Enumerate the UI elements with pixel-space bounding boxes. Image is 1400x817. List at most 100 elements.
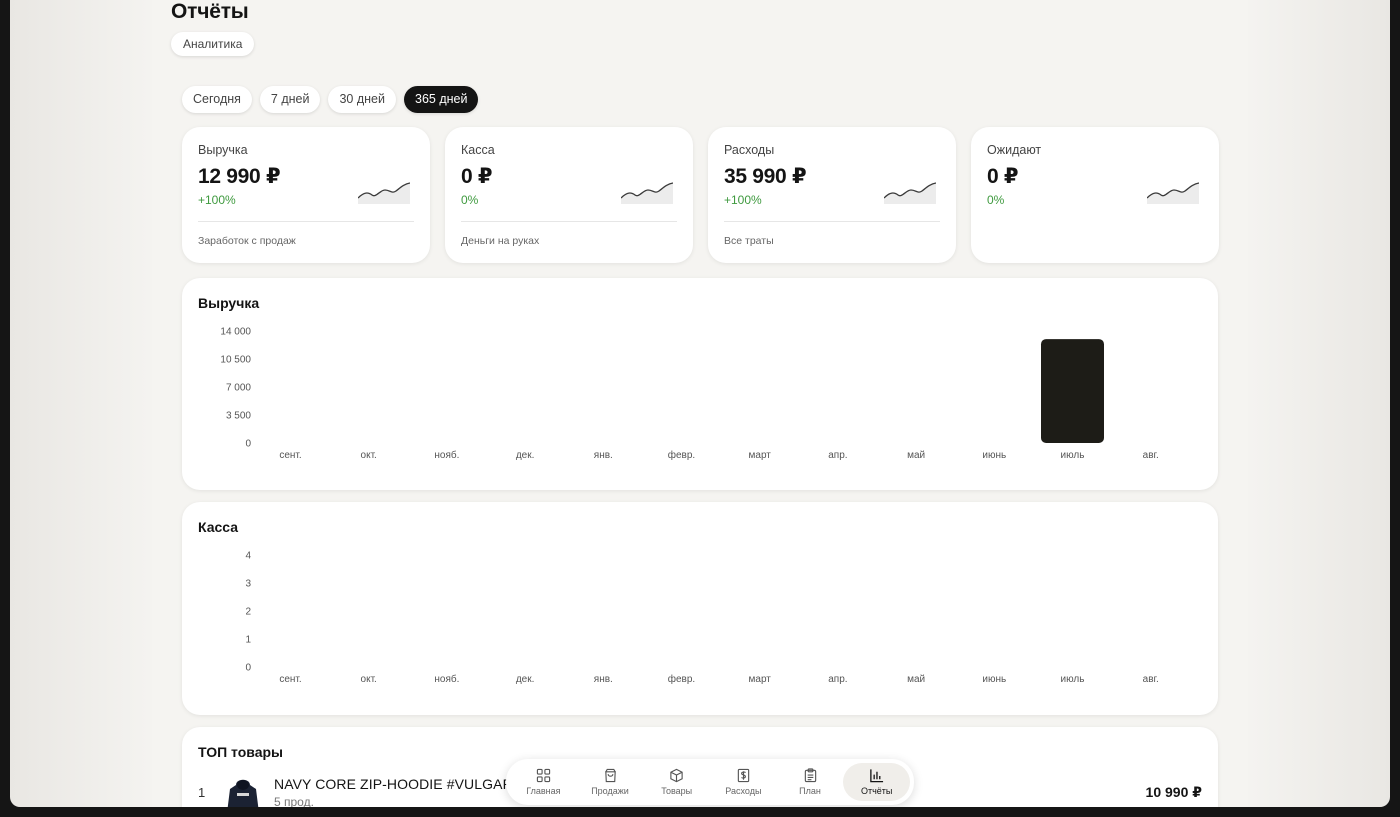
sparkline-icon xyxy=(884,182,936,204)
card-delta: +100% xyxy=(724,193,762,207)
x-tick-label: апр. xyxy=(828,674,847,685)
x-tick-label: авг. xyxy=(1143,450,1159,461)
breadcrumb-analytics[interactable]: Аналитика xyxy=(171,32,255,56)
card-title: Касса xyxy=(461,143,495,157)
period-today-button[interactable]: Сегодня xyxy=(182,86,252,113)
x-tick-label: июль xyxy=(1061,674,1085,685)
x-tick-label: авг. xyxy=(1143,674,1159,685)
x-tick-label: июнь xyxy=(982,450,1006,461)
top-products-title: ТОП товары xyxy=(198,744,283,760)
card-value: 0 ₽ xyxy=(987,165,1019,188)
card-divider xyxy=(198,221,414,222)
y-tick-label: 1 xyxy=(245,635,251,646)
y-tick-label: 4 xyxy=(245,551,251,562)
x-tick-label: сент. xyxy=(279,450,301,461)
x-tick-label: нояб. xyxy=(434,673,459,685)
x-tick-label: дек. xyxy=(516,450,535,461)
reports-page: Отчёты Аналитика Сегодня 7 дней 30 дней … xyxy=(152,0,1248,807)
dollar-receipt-icon xyxy=(737,768,750,783)
card-delta: 0% xyxy=(987,193,1005,207)
x-tick-label: июнь xyxy=(982,674,1006,685)
nav-expenses[interactable]: Расходы xyxy=(710,763,777,801)
card-title: Выручка xyxy=(198,143,248,157)
card-delta: 0% xyxy=(461,193,479,207)
nav-label: Товары xyxy=(661,786,693,796)
nav-plan[interactable]: План xyxy=(777,763,844,801)
bottom-navigation: Главная Продажи Товары Расходы План Отчё… xyxy=(506,759,914,805)
product-revenue: 10 990 ₽ xyxy=(1145,784,1202,800)
y-tick-label: 7 000 xyxy=(226,383,251,394)
cash-bar-chart: 0 1 2 3 4 сент. окт. нояб. дек. янв. февр. март апр.… xyxy=(245,551,1159,686)
nav-label: Расходы xyxy=(725,786,762,796)
card-title: Ожидают xyxy=(987,143,1042,157)
x-tick-label: февр. xyxy=(668,449,695,461)
clipboard-icon xyxy=(804,768,816,783)
period-7-days-button[interactable]: 7 дней xyxy=(259,86,321,113)
x-tick-label: окт. xyxy=(361,450,377,461)
cash-chart-panel: Касса 0 1 2 3 4 сент. окт. нояб. дек. янв. февр. ма… xyxy=(182,502,1218,715)
card-expenses[interactable]: Расходы 35 990 ₽ +100% Все траты xyxy=(708,127,956,263)
y-tick-label: 2 xyxy=(245,607,251,618)
x-tick-label: нояб. xyxy=(434,449,459,461)
x-tick-label: окт. xyxy=(361,674,377,685)
y-tick-label: 0 xyxy=(245,439,251,450)
revenue-bar-chart: 0 3 500 7 000 10 500 14 000 сент. окт. нояб. дек… xyxy=(220,327,1159,462)
nav-sales[interactable]: Продажи xyxy=(577,763,644,801)
card-note: Все траты xyxy=(724,235,774,247)
card-title: Расходы xyxy=(724,143,775,157)
page-title: Отчёты xyxy=(171,0,249,23)
card-cash[interactable]: Касса 0 ₽ 0% Деньги на руках xyxy=(445,127,693,263)
app-window: Отчёты Аналитика Сегодня 7 дней 30 дней … xyxy=(10,0,1390,807)
card-pending[interactable]: Ожидают 0 ₽ 0% xyxy=(971,127,1219,263)
product-name: NAVY CORE ZIP-HOODIE #VULGAR xyxy=(274,776,513,792)
x-tick-label: июль xyxy=(1061,450,1085,461)
y-tick-label: 14 000 xyxy=(220,327,251,338)
period-selector: Сегодня 7 дней 30 дней 365 дней xyxy=(182,86,479,113)
card-divider xyxy=(461,221,677,222)
sparkline-icon xyxy=(621,182,673,204)
summary-cards: Выручка 12 990 ₽ +100% Заработок с прода… xyxy=(182,127,1219,263)
box-icon xyxy=(670,768,683,783)
nav-reports[interactable]: Отчёты xyxy=(843,763,911,801)
y-tick-label: 3 xyxy=(245,579,251,590)
x-tick-label: май xyxy=(907,674,925,685)
card-divider xyxy=(724,221,940,222)
nav-label: План xyxy=(799,786,821,796)
product-sales-count: 5 прод. xyxy=(274,795,314,807)
card-note: Деньги на руках xyxy=(461,235,540,247)
x-tick-label: март xyxy=(749,674,772,685)
x-tick-label: апр. xyxy=(828,450,847,461)
x-tick-label: май xyxy=(907,450,925,461)
revenue-chart-panel: Выручка 03 500 7 000 10 500 14 000 сент. окт.… xyxy=(182,278,1218,490)
nav-label: Продажи xyxy=(591,786,629,796)
card-value: 12 990 ₽ xyxy=(198,165,281,188)
x-tick-label: дек. xyxy=(516,674,535,685)
grid-icon xyxy=(536,768,550,783)
x-tick-label: февр. xyxy=(668,673,695,685)
card-note: Заработок с продаж xyxy=(198,235,296,247)
card-delta: +100% xyxy=(198,193,236,207)
y-tick-label: 3 500 xyxy=(226,411,251,422)
nav-products[interactable]: Товары xyxy=(643,763,710,801)
x-tick-label: март xyxy=(749,450,772,461)
card-value: 35 990 ₽ xyxy=(724,165,807,188)
x-tick-label: сент. xyxy=(279,674,301,685)
y-tick-label: 10 500 xyxy=(220,355,251,366)
y-tick-label: 0 xyxy=(245,663,251,674)
product-rank: 1 xyxy=(198,785,206,800)
hoodie-thumbnail-icon xyxy=(227,779,259,807)
period-30-days-button[interactable]: 30 дней xyxy=(328,86,396,113)
period-365-days-button[interactable]: 365 дней xyxy=(404,86,479,113)
x-tick-label: янв. xyxy=(594,450,613,461)
chart-bar[interactable] xyxy=(1041,339,1104,443)
nav-label: Отчёты xyxy=(860,786,893,796)
sparkline-icon xyxy=(358,182,410,204)
shopping-bag-icon xyxy=(604,768,616,783)
nav-label: Главная xyxy=(526,786,561,796)
card-value: 0 ₽ xyxy=(461,165,493,188)
nav-home[interactable]: Главная xyxy=(510,763,577,801)
x-tick-label: янв. xyxy=(594,674,613,685)
card-revenue[interactable]: Выручка 12 990 ₽ +100% Заработок с прода… xyxy=(182,127,430,263)
sparkline-icon xyxy=(1147,182,1199,204)
bar-chart-icon xyxy=(870,769,884,783)
